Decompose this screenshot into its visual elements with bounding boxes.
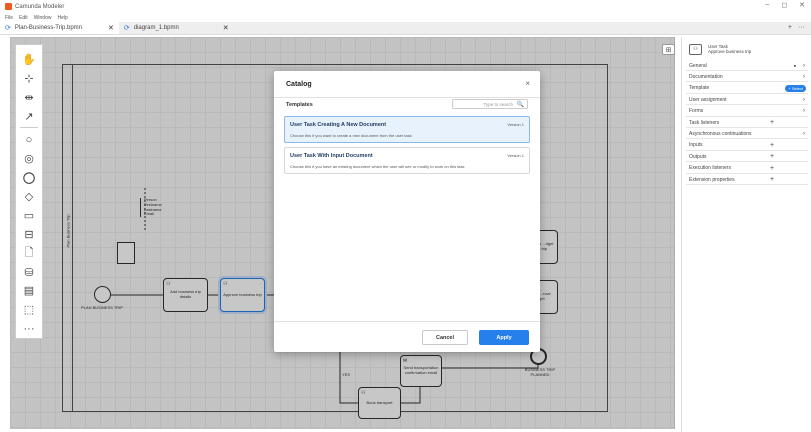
property-group-label: Inputs bbox=[689, 142, 703, 149]
property-group-user-assignment[interactable]: User assignment › bbox=[686, 95, 808, 106]
add-icon[interactable]: + bbox=[770, 176, 774, 183]
template-description: Choose this if you have an existing docu… bbox=[290, 164, 465, 169]
select-template-button[interactable]: + Select bbox=[785, 84, 806, 92]
add-icon[interactable]: + bbox=[770, 119, 774, 126]
gateway-tool-icon[interactable]: ◇ bbox=[19, 187, 39, 206]
chevron-right-icon[interactable]: › bbox=[803, 63, 805, 69]
property-group-extension-properties[interactable]: Extension properties + bbox=[686, 175, 808, 185]
chevron-right-icon[interactable]: › bbox=[803, 74, 805, 80]
template-version: Version 1 bbox=[507, 153, 524, 158]
property-group-label: Execution listeners bbox=[689, 165, 731, 172]
search-placeholder: Type to search bbox=[483, 101, 513, 107]
data-store-tool-icon[interactable]: ⛁ bbox=[19, 263, 39, 282]
property-group-asynchronous-continuations[interactable]: Asynchronous continuations › bbox=[686, 129, 808, 140]
property-group-outputs[interactable]: Outputs + bbox=[686, 152, 808, 163]
property-group-label: Forms bbox=[689, 108, 704, 115]
template-version: Version 1 bbox=[507, 122, 524, 127]
modal-title: Catalog bbox=[286, 81, 312, 88]
close-icon[interactable]: × bbox=[525, 79, 530, 88]
properties-header: ⚇ User Task Approve business trip bbox=[686, 40, 808, 58]
palette-separator bbox=[20, 127, 38, 129]
property-group-label: Outputs bbox=[689, 153, 707, 160]
chevron-right-icon[interactable]: › bbox=[803, 131, 805, 137]
chevron-right-icon[interactable]: › bbox=[803, 108, 805, 114]
property-group-label: Template bbox=[689, 85, 710, 92]
apply-button[interactable]: Apply bbox=[479, 330, 529, 345]
template-title: User Task Creating A New Document bbox=[290, 122, 387, 128]
chevron-right-icon[interactable]: › bbox=[803, 97, 805, 103]
properties-panel: ⚇ User Task Approve business trip Genera… bbox=[681, 37, 811, 432]
element-info: User Task Approve business trip bbox=[708, 44, 751, 55]
divider bbox=[274, 97, 540, 98]
lasso-tool-icon[interactable]: ⊹ bbox=[19, 69, 39, 88]
subprocess-tool-icon[interactable]: ⊟ bbox=[19, 225, 39, 244]
cancel-button[interactable]: Cancel bbox=[422, 330, 468, 345]
catalog-modal: Catalog × Templates Type to search 🔍 Use… bbox=[274, 71, 540, 352]
search-input[interactable]: Type to search 🔍 bbox=[452, 99, 528, 109]
divider bbox=[274, 321, 540, 322]
add-icon[interactable]: + bbox=[770, 142, 774, 149]
template-card-new-document[interactable]: User Task Creating A New Document Versio… bbox=[284, 116, 530, 143]
template-description: Choose this if you want to create a new … bbox=[290, 133, 412, 138]
minimap-toggle-icon[interactable]: ⊞ bbox=[662, 44, 675, 55]
property-group-forms[interactable]: Forms › bbox=[686, 107, 808, 117]
end-event-tool-icon[interactable]: ◯ bbox=[19, 168, 39, 187]
search-icon: 🔍 bbox=[516, 102, 524, 108]
data-object-tool-icon[interactable]: 🗋 bbox=[19, 244, 39, 263]
property-group-task-listeners[interactable]: Task listeners + bbox=[686, 118, 808, 128]
template-card-input-document[interactable]: User Task With Input Document Version 1 … bbox=[284, 147, 530, 174]
property-group-documentation[interactable]: Documentation › bbox=[686, 72, 808, 83]
element-name: Approve business trip bbox=[708, 49, 752, 54]
property-group-label: Documentation bbox=[689, 73, 723, 80]
template-title: User Task With Input Document bbox=[290, 153, 373, 159]
start-event-tool-icon[interactable]: ○ bbox=[19, 130, 39, 149]
property-group-general[interactable]: General ● › bbox=[686, 61, 808, 71]
property-group-label: User assignment bbox=[689, 96, 727, 103]
connect-tool-icon[interactable]: ↗ bbox=[19, 107, 39, 126]
hand-tool-icon[interactable]: ✋ bbox=[19, 50, 39, 69]
add-icon[interactable]: + bbox=[770, 153, 774, 160]
user-task-icon: ⚇ bbox=[689, 43, 702, 55]
add-icon[interactable]: + bbox=[770, 165, 774, 172]
property-group-label: General bbox=[689, 62, 707, 69]
more-tools-icon[interactable]: ··· bbox=[19, 319, 39, 338]
intermediate-event-tool-icon[interactable]: ◎ bbox=[19, 149, 39, 168]
group-tool-icon[interactable]: ⬚ bbox=[19, 300, 39, 319]
property-group-inputs[interactable]: Inputs + bbox=[686, 141, 808, 151]
modified-dot-icon: ● bbox=[793, 63, 796, 68]
pool-tool-icon[interactable]: ▤ bbox=[19, 281, 39, 300]
property-group-execution-listeners[interactable]: Execution listeners + bbox=[686, 164, 808, 174]
space-tool-icon[interactable]: ⇹ bbox=[19, 88, 39, 107]
task-tool-icon[interactable]: ▭ bbox=[19, 206, 39, 225]
property-group-label: Asynchronous continuations bbox=[689, 130, 752, 137]
templates-heading: Templates bbox=[286, 102, 313, 108]
property-group-template[interactable]: Template + Select bbox=[686, 84, 808, 94]
tool-palette: ✋ ⊹ ⇹ ↗ ○ ◎ ◯ ◇ ▭ ⊟ 🗋 ⛁ ▤ ⬚ ··· bbox=[15, 44, 43, 339]
property-group-label: Task listeners bbox=[689, 119, 720, 126]
property-group-label: Extension properties bbox=[689, 176, 735, 183]
